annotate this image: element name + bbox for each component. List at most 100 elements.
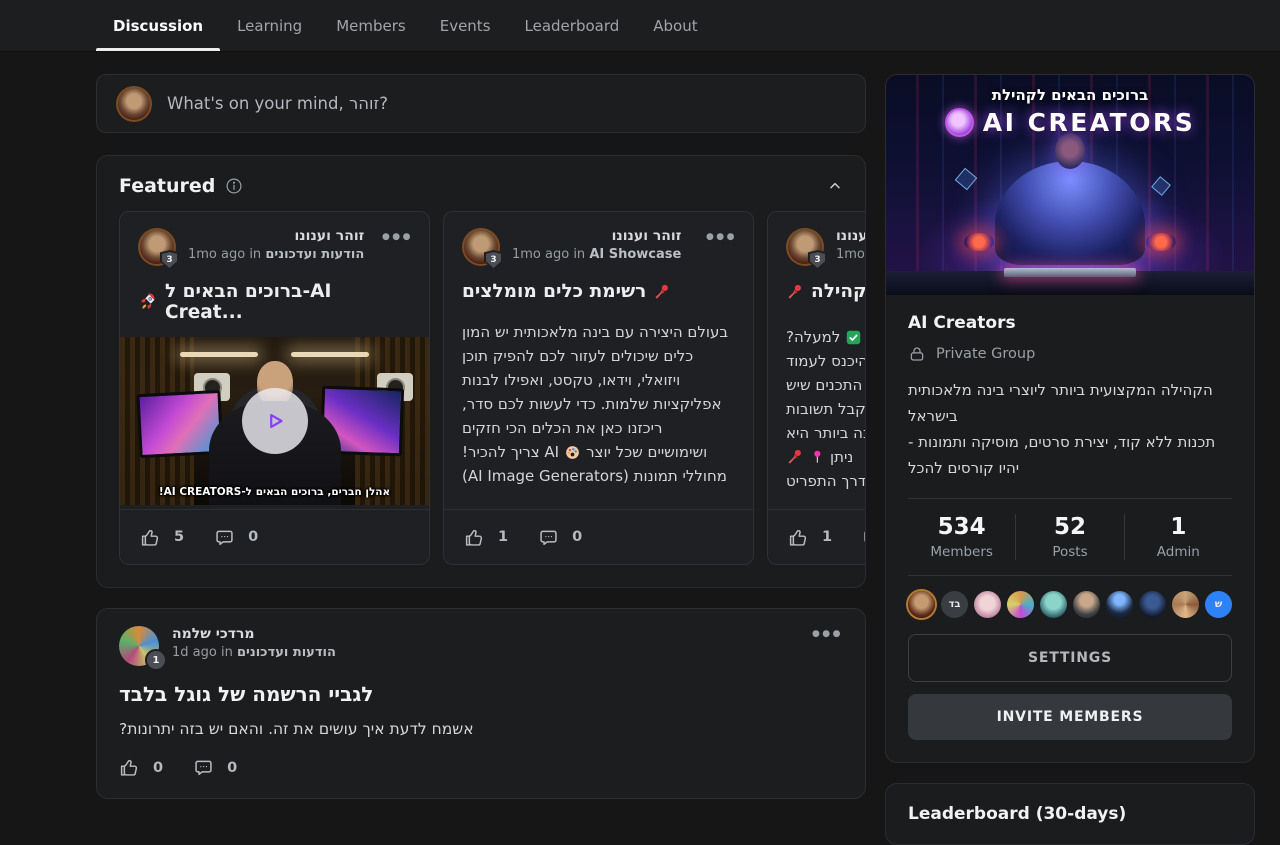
like-count: 5 xyxy=(174,529,184,545)
tab-members[interactable]: Members xyxy=(319,0,423,51)
channel-name: AI Showcase xyxy=(589,247,681,262)
post-title: רשימת כלים מומלצים xyxy=(444,281,753,307)
body-line: אפליקציות שלמות. כדי לעשות לכם סדר, xyxy=(462,392,735,416)
current-user-avatar xyxy=(116,86,152,122)
sidebar: ברוכים הבאים לקהילת AI CREATORS AI Creat… xyxy=(885,74,1255,845)
like-action[interactable]: 0 xyxy=(119,757,163,778)
member-avatar[interactable] xyxy=(908,591,935,618)
thumb-up-icon xyxy=(788,527,809,548)
more-options-icon[interactable]: ●●● xyxy=(706,232,737,242)
video-thumbnail[interactable]: אהלן חברים, ברוכים הבאים ל-AI CREATORS! xyxy=(120,337,429,505)
text-token: קבל תשובות xyxy=(786,400,865,418)
divider xyxy=(908,575,1232,576)
byline: מרדכי שלמה 1d ago in הודעות ועדכונים xyxy=(172,626,336,666)
text-token: בעולם היצירה עם בינה מלאכותית יש המון xyxy=(462,323,728,341)
author-name[interactable]: זוהר וענונו xyxy=(512,228,681,244)
author-name[interactable]: זוהר וענונו xyxy=(188,228,364,244)
like-count: 1 xyxy=(822,529,832,545)
decor xyxy=(291,352,369,357)
member-avatar[interactable]: בד xyxy=(941,591,968,618)
info-icon[interactable] xyxy=(225,177,243,195)
body-line: ריכזנו כאן את הכלים הכי חזקים xyxy=(462,416,735,440)
decor xyxy=(180,352,258,357)
member-avatars-row: בד ש xyxy=(908,591,1232,618)
body-line: כלים שיכולים לעזור לכם להפיק תוכן xyxy=(462,344,735,368)
group-description: הקהילה המקצועית ביותר ליוצרי בינה מלאכות… xyxy=(908,377,1232,481)
featured-card-tools[interactable]: 3 זוהר וענונו 1mo ago in AI Showcase ●●●… xyxy=(443,211,754,565)
more-options-icon[interactable]: ●●● xyxy=(382,232,413,242)
level-badge: 3 xyxy=(484,250,503,270)
stat-posts[interactable]: 52 Posts xyxy=(1015,514,1123,560)
card-footer: 5 0 xyxy=(120,509,429,564)
card-footer: 1 0 xyxy=(768,509,865,564)
comment-icon xyxy=(193,757,214,778)
author-name[interactable]: זוהר וענונו xyxy=(836,228,865,244)
like-action[interactable]: 5 xyxy=(140,527,184,548)
featured-card-community[interactable]: 3 זוהר וענונו 1mo ago in קהילה למעלה?היכ… xyxy=(767,211,865,565)
stat-members[interactable]: 534 Members xyxy=(908,514,1015,560)
text-token: כלים שיכולים לעזור לכם להפיק תוכן xyxy=(462,347,693,365)
collapse-chevron-up-icon[interactable] xyxy=(827,178,843,194)
post-meta: 1mo ago in AI Showcase xyxy=(512,247,681,262)
text-token: ריכזנו כאן את הכלים הכי חזקים xyxy=(462,419,662,437)
banner-brand-text: AI CREATORS xyxy=(983,108,1196,137)
brain-logo-icon xyxy=(945,108,974,137)
tab-leaderboard[interactable]: Leaderboard xyxy=(508,0,637,51)
text-token: היכנס לעמוד xyxy=(786,352,865,370)
comment-action[interactable]: 0 xyxy=(538,527,582,548)
comment-action[interactable]: 0 xyxy=(862,527,865,548)
member-avatar[interactable] xyxy=(1040,591,1067,618)
body-line: בה ביותר היא xyxy=(786,421,865,445)
member-avatar[interactable] xyxy=(1139,591,1166,618)
member-avatar[interactable] xyxy=(1073,591,1100,618)
more-options-icon[interactable]: ●●● xyxy=(812,629,843,639)
leaderboard-title: Leaderboard (30-days) xyxy=(908,804,1232,824)
comment-action[interactable]: 0 xyxy=(214,527,258,548)
post-title: קהילה xyxy=(768,281,865,307)
post-body: למעלה?היכנס לעמודהתכנים שישקבל תשובותבה … xyxy=(768,325,865,493)
tab-about[interactable]: About xyxy=(636,0,714,51)
member-avatar[interactable] xyxy=(974,591,1001,618)
text-token: ניתן xyxy=(830,448,853,466)
settings-button[interactable]: SETTINGS xyxy=(908,634,1232,682)
like-action[interactable]: 1 xyxy=(464,527,508,548)
post-title: ברוכים הבאים ל-AI Creat... xyxy=(120,281,429,323)
author-name[interactable]: מרדכי שלמה xyxy=(172,626,336,642)
body-line: ניתן xyxy=(786,445,865,469)
comment-count: 0 xyxy=(227,760,237,776)
leaderboard-card: Leaderboard (30-days) xyxy=(885,783,1255,845)
text-token: מחוללי תמונות (AI Image Generators) xyxy=(462,467,727,485)
stat-admins[interactable]: 1 Admin xyxy=(1124,514,1232,560)
palette-icon xyxy=(564,444,581,461)
like-action[interactable]: 1 xyxy=(788,527,832,548)
post-meta: 1mo ago in xyxy=(836,247,865,262)
comment-action[interactable]: 0 xyxy=(193,757,237,778)
body-line: מחוללי תמונות (AI Image Generators) xyxy=(462,464,735,488)
privacy-label: Private Group xyxy=(936,346,1035,362)
feed-post[interactable]: 1 מרדכי שלמה 1d ago in הודעות ועדכונים ●… xyxy=(96,608,866,799)
banner-welcome-text: ברוכים הבאים לקהילת xyxy=(886,86,1254,104)
member-avatar[interactable] xyxy=(1172,591,1199,618)
group-name[interactable]: AI Creators xyxy=(908,313,1232,333)
channel-name: הודעות ועדכונים xyxy=(237,645,336,660)
tab-discussion[interactable]: Discussion xyxy=(96,0,220,51)
text-token: התכנים שיש xyxy=(786,376,862,394)
member-avatar[interactable] xyxy=(1106,591,1133,618)
body-line: ויזואלי, וידאו, טקסט, ואפילו לבנות xyxy=(462,368,735,392)
tab-learning[interactable]: Learning xyxy=(220,0,319,51)
featured-title: Featured xyxy=(119,175,215,197)
featured-card-welcome[interactable]: 3 זוהר וענונו 1mo ago in הודעות ועדכונים… xyxy=(119,211,430,565)
member-avatar[interactable]: ש xyxy=(1205,591,1232,618)
level-badge: 1 xyxy=(145,649,167,671)
play-button[interactable] xyxy=(242,388,308,454)
featured-header: Featured xyxy=(97,156,865,211)
main-column: What's on your mind, זוהר? Featured xyxy=(96,74,866,845)
member-avatar[interactable] xyxy=(1007,591,1034,618)
decor xyxy=(1004,268,1136,277)
body-line: התכנים שיש xyxy=(786,373,865,397)
tab-events[interactable]: Events xyxy=(423,0,508,51)
invite-members-button[interactable]: INVITE MEMBERS xyxy=(908,694,1232,740)
group-banner-image[interactable]: ברוכים הבאים לקהילת AI CREATORS xyxy=(886,75,1254,295)
post-composer[interactable]: What's on your mind, זוהר? xyxy=(96,74,866,133)
post-body: בעולם היצירה עם בינה מלאכותית יש המון כלי… xyxy=(444,320,753,488)
